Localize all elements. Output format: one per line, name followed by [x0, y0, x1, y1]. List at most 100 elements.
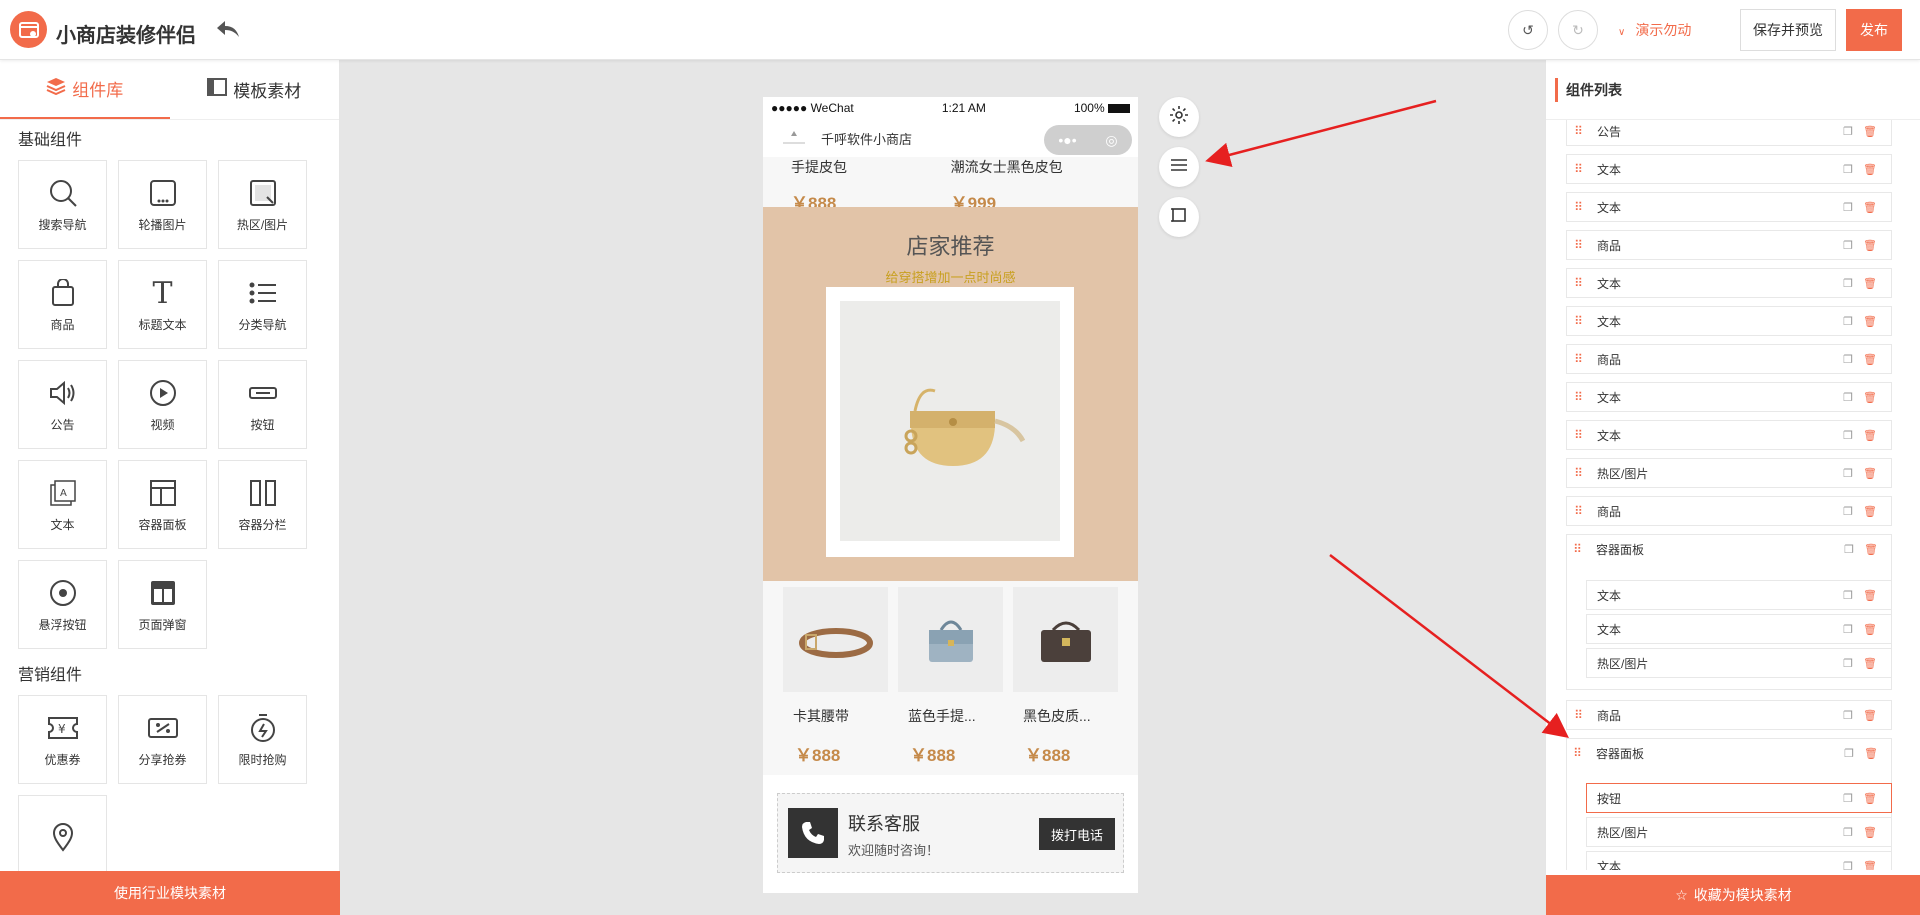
copy-icon[interactable]: ❐ [1844, 747, 1854, 760]
drag-handle-icon[interactable]: ⠿ [1566, 542, 1588, 556]
delete-icon[interactable]: 🗑 [1863, 277, 1877, 290]
drag-handle-icon[interactable]: ⠿ [1567, 390, 1589, 404]
component-button[interactable]: 按钮 [218, 360, 307, 449]
component-flash-sale[interactable]: 限时抢购 [218, 695, 307, 784]
delete-icon[interactable]: 🗑 [1863, 125, 1877, 138]
component-coupon[interactable]: ¥ 优惠券 [18, 695, 107, 784]
delete-icon[interactable]: 🗑 [1863, 353, 1877, 366]
delete-icon[interactable]: 🗑 [1864, 747, 1878, 760]
product-card[interactable]: 卡其腰带 ￥888 [783, 587, 888, 775]
list-item[interactable]: ⠿ 文本 ❐ 🗑 [1566, 192, 1892, 222]
list-item[interactable]: ⠿ 文本 ❐ 🗑 [1566, 268, 1892, 298]
tab-templates[interactable]: 模板素材 [170, 60, 340, 119]
copy-icon[interactable]: ❐ [1843, 709, 1853, 722]
component-product[interactable]: 商品 [18, 260, 107, 349]
delete-icon[interactable]: 🗑 [1863, 315, 1877, 328]
delete-icon[interactable]: 🗑 [1863, 429, 1877, 442]
delete-icon[interactable]: 🗑 [1864, 543, 1878, 556]
product-card[interactable]: 黑色皮质... ￥888 [1013, 587, 1118, 775]
copy-icon[interactable]: ❐ [1844, 543, 1854, 556]
list-item[interactable]: ⠿ 容器面板 ❐ 🗑 [1566, 738, 1892, 768]
drag-handle-icon[interactable]: ⠿ [1567, 238, 1589, 252]
delete-icon[interactable]: 🗑 [1863, 623, 1877, 636]
delete-icon[interactable]: 🗑 [1863, 201, 1877, 214]
component-search-nav[interactable]: 搜索导航 [18, 160, 107, 249]
copy-icon[interactable]: ❐ [1843, 623, 1853, 636]
delete-icon[interactable]: 🗑 [1863, 589, 1877, 602]
copy-icon[interactable]: ❐ [1843, 277, 1853, 290]
copy-icon[interactable]: ❐ [1843, 163, 1853, 176]
component-hotspot-image[interactable]: 热区/图片 [218, 160, 307, 249]
layout-button[interactable] [1159, 197, 1199, 237]
copy-icon[interactable]: ❐ [1843, 657, 1853, 670]
delete-icon[interactable]: 🗑 [1863, 239, 1877, 252]
component-container-columns[interactable]: 容器分栏 [218, 460, 307, 549]
page-settings-button[interactable] [1159, 97, 1199, 137]
redo-button[interactable]: ↻ [1558, 10, 1598, 50]
list-item[interactable]: ⠿ 商品 ❐ 🗑 [1566, 496, 1892, 526]
list-item[interactable]: ⠿ 文本 ❐ 🗑 [1566, 420, 1892, 450]
drag-handle-icon[interactable]: ⠿ [1567, 124, 1589, 138]
component-share-coupon[interactable]: 分享抢券 [118, 695, 207, 784]
delete-icon[interactable]: 🗑 [1863, 163, 1877, 176]
component-list-button[interactable] [1159, 147, 1199, 187]
drag-handle-icon[interactable]: ⠿ [1567, 504, 1589, 518]
copy-icon[interactable]: ❐ [1843, 315, 1853, 328]
component-video[interactable]: 视频 [118, 360, 207, 449]
copy-icon[interactable]: ❐ [1843, 467, 1853, 480]
delete-icon[interactable]: 🗑 [1863, 826, 1877, 839]
copy-icon[interactable]: ❐ [1843, 589, 1853, 602]
list-item-child-selected[interactable]: 按钮 ❐ 🗑 [1586, 783, 1892, 813]
copy-icon[interactable]: ❐ [1843, 391, 1853, 404]
publish-button[interactable]: 发布 [1846, 9, 1902, 51]
list-item-child[interactable]: 文本 ❐ 🗑 [1586, 851, 1892, 870]
copy-icon[interactable]: ❐ [1843, 429, 1853, 442]
delete-icon[interactable]: 🗑 [1863, 505, 1877, 518]
recommend-section[interactable]: 店家推荐 给穿搭增加一点时尚感 [763, 207, 1138, 581]
list-item[interactable]: ⠿ 文本 ❐ 🗑 [1566, 154, 1892, 184]
copy-icon[interactable]: ❐ [1843, 353, 1853, 366]
list-item[interactable]: ⠿ 商品 ❐ 🗑 [1566, 344, 1892, 374]
use-industry-module-button[interactable]: 使用行业模块素材 [0, 871, 340, 915]
drag-handle-icon[interactable]: ⠿ [1567, 200, 1589, 214]
list-item[interactable]: ⠿ 文本 ❐ 🗑 [1566, 382, 1892, 412]
component-page-popup[interactable]: 页面弹窗 [118, 560, 207, 649]
save-preview-button[interactable]: 保存并预览 [1740, 9, 1836, 51]
copy-icon[interactable]: ❐ [1843, 860, 1853, 871]
drag-handle-icon[interactable]: ⠿ [1567, 466, 1589, 480]
list-item[interactable]: ⠿ 公告 ❐ 🗑 [1566, 120, 1892, 146]
drag-handle-icon[interactable]: ⠿ [1567, 708, 1589, 722]
copy-icon[interactable]: ❐ [1843, 201, 1853, 214]
component-carousel[interactable]: 轮播图片 [118, 160, 207, 249]
store-selector[interactable]: ∨ 演示勿动 [1618, 20, 1691, 40]
drag-handle-icon[interactable]: ⠿ [1567, 428, 1589, 442]
undo-button[interactable]: ↺ [1508, 10, 1548, 50]
capsule-menu[interactable]: •●• ◎ [1044, 125, 1132, 155]
list-item[interactable]: ⠿ 热区/图片 ❐ 🗑 [1566, 458, 1892, 488]
drag-handle-icon[interactable]: ⠿ [1567, 314, 1589, 328]
component-notice[interactable]: 公告 [18, 360, 107, 449]
component-category-nav[interactable]: 分类导航 [218, 260, 307, 349]
back-icon[interactable] [215, 18, 241, 45]
copy-icon[interactable]: ❐ [1843, 826, 1853, 839]
product-card[interactable]: 蓝色手提... ￥888 [898, 587, 1003, 775]
delete-icon[interactable]: 🗑 [1863, 391, 1877, 404]
component-text[interactable]: A 文本 [18, 460, 107, 549]
product-card[interactable]: 潮流女士黑色皮包 ￥999 [951, 157, 1118, 213]
list-item-child[interactable]: 文本 ❐ 🗑 [1586, 614, 1892, 644]
drag-handle-icon[interactable]: ⠿ [1567, 162, 1589, 176]
copy-icon[interactable]: ❐ [1843, 505, 1853, 518]
component-container-panel[interactable]: 容器面板 [118, 460, 207, 549]
list-item[interactable]: ⠿ 容器面板 ❐ 🗑 [1566, 534, 1892, 564]
copy-icon[interactable]: ❐ [1843, 239, 1853, 252]
list-item-child[interactable]: 热区/图片 ❐ 🗑 [1586, 648, 1892, 678]
save-as-module-button[interactable]: ☆ 收藏为模块素材 [1546, 875, 1920, 915]
list-item-child[interactable]: 文本 ❐ 🗑 [1586, 580, 1892, 610]
component-title-text[interactable]: T 标题文本 [118, 260, 207, 349]
list-item-child[interactable]: 热区/图片 ❐ 🗑 [1586, 817, 1892, 847]
product-card[interactable]: 手提皮包 ￥888 [783, 157, 951, 213]
list-item[interactable]: ⠿ 商品 ❐ 🗑 [1566, 700, 1892, 730]
copy-icon[interactable]: ❐ [1843, 792, 1853, 805]
delete-icon[interactable]: 🗑 [1863, 467, 1877, 480]
list-item[interactable]: ⠿ 商品 ❐ 🗑 [1566, 230, 1892, 260]
